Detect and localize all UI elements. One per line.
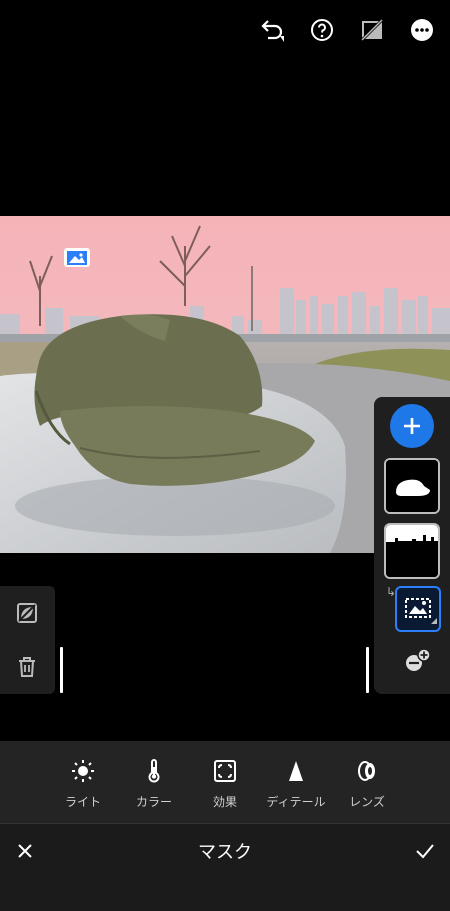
tool-detail[interactable]: ディテール bbox=[256, 759, 336, 810]
sun-icon bbox=[71, 759, 95, 783]
help-icon[interactable] bbox=[308, 16, 336, 44]
slider-left-marker[interactable] bbox=[60, 647, 63, 693]
plus-icon[interactable] bbox=[390, 404, 434, 448]
page-title: マスク bbox=[198, 842, 252, 863]
adjustment-toolbar: ライト カラー 効果 ディテール レンズ bbox=[0, 741, 450, 823]
bottom-bar: マスク bbox=[0, 823, 450, 911]
sky-mask-thumbnail[interactable] bbox=[384, 523, 440, 579]
lens-icon bbox=[355, 759, 379, 783]
tool-lens-label: レンズ bbox=[349, 795, 385, 809]
invert-mask-icon[interactable] bbox=[14, 600, 40, 626]
tool-effects[interactable]: 効果 bbox=[185, 759, 265, 810]
tool-light-label: ライト bbox=[64, 795, 101, 809]
trash-icon[interactable] bbox=[14, 654, 40, 680]
subject-mask-thumbnail[interactable] bbox=[384, 458, 440, 514]
tool-lens[interactable]: レンズ bbox=[327, 759, 407, 810]
compare-off-icon[interactable] bbox=[358, 16, 386, 44]
subtract-icon[interactable] bbox=[403, 645, 433, 675]
triangle-icon bbox=[284, 759, 308, 783]
check-icon[interactable] bbox=[410, 836, 440, 866]
tool-color[interactable]: カラー bbox=[114, 759, 194, 810]
tool-color-label: カラー bbox=[135, 795, 172, 809]
image-mask-thumbnail[interactable] bbox=[395, 586, 441, 632]
tool-detail-label: ディテール bbox=[266, 795, 326, 809]
top-bar bbox=[0, 0, 450, 62]
vignette-icon bbox=[213, 759, 237, 783]
slider-right-marker[interactable] bbox=[366, 647, 369, 693]
undo-icon[interactable] bbox=[258, 16, 286, 44]
mask-actions-panel bbox=[0, 586, 55, 694]
tool-effects-label: 効果 bbox=[212, 795, 237, 809]
image-icon[interactable] bbox=[64, 248, 90, 267]
thermometer-icon bbox=[142, 759, 166, 783]
more-icon[interactable] bbox=[408, 16, 436, 44]
tool-light[interactable]: ライト bbox=[43, 759, 123, 810]
